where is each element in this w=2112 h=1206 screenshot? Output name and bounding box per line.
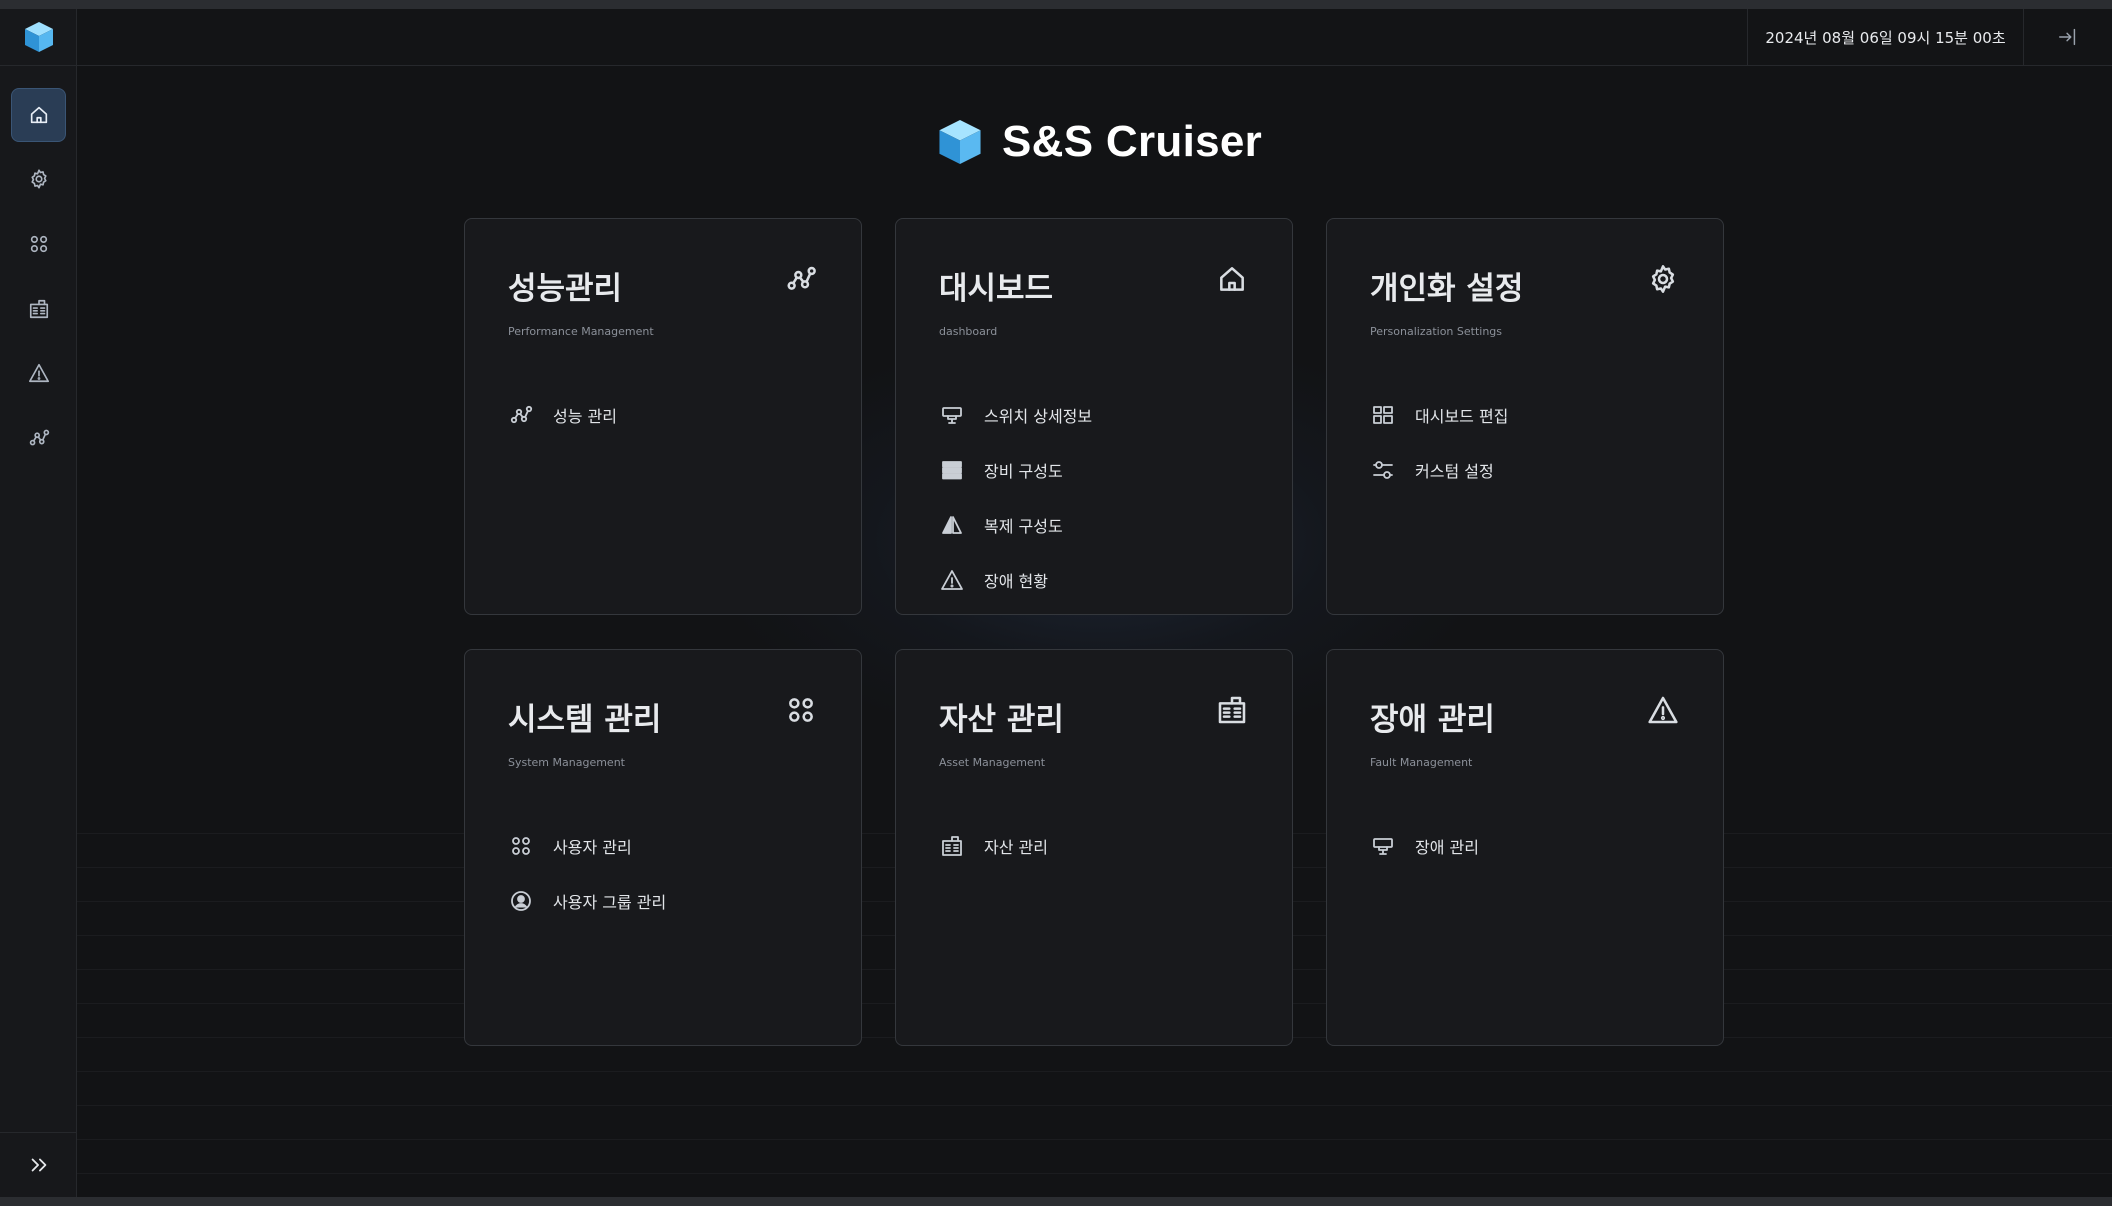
apps-icon	[30, 235, 47, 253]
sidebar-item-performance[interactable]	[11, 411, 66, 465]
apps-icon	[789, 698, 813, 722]
warning-icon	[28, 363, 49, 383]
card-icon	[1216, 263, 1248, 295]
menu-item-label: 장비 구성도	[984, 461, 1063, 481]
card-title: 성능관리	[508, 271, 623, 307]
page-title: S&S Cruiser	[1002, 117, 1263, 166]
card-performance[interactable]: 성능관리 Performance Management 성능 관리	[464, 218, 862, 615]
home-icon	[1220, 267, 1244, 291]
menu-item-replication-map[interactable]: 복제 구성도	[940, 497, 1092, 552]
gear-icon	[30, 169, 47, 189]
gear-icon	[1651, 265, 1675, 293]
menu-item-label: 장애 현황	[984, 571, 1048, 591]
cube-logo-icon	[939, 120, 981, 164]
sidebar-item-asset[interactable]	[11, 282, 66, 336]
menu-item-switch-detail[interactable]: 스위치 상세정보	[940, 387, 1092, 442]
menu-item-fault-status[interactable]: 장애 현황	[940, 552, 1092, 607]
menu-item-label: 복제 구성도	[984, 516, 1063, 536]
menu-item-label: 성능 관리	[553, 406, 617, 426]
sidebar-item-fault[interactable]	[11, 346, 66, 400]
warning-icon	[1648, 696, 1678, 724]
switch-icon	[942, 406, 962, 424]
card-title: 대시보드	[939, 271, 1054, 307]
card-icon	[1647, 694, 1679, 726]
menu-item-dashboard-edit[interactable]: 대시보드 편집	[1371, 387, 1508, 442]
chart-network-icon	[787, 266, 816, 290]
card-title: 자산 관리	[939, 702, 1064, 738]
building-icon	[942, 835, 962, 856]
sidebar-item-system[interactable]	[11, 217, 66, 271]
card-title: 개인화 설정	[1370, 271, 1524, 307]
current-datetime: 2024년 08월 06일 09시 15분 00초	[1747, 9, 2024, 65]
building-icon	[1218, 696, 1246, 724]
server-icon	[942, 460, 962, 479]
card-icon	[1216, 694, 1248, 726]
card-subtitle: System Management	[508, 756, 625, 769]
dashboard-grid-icon	[1373, 405, 1393, 424]
card-title: 장애 관리	[1370, 702, 1495, 738]
menu-item-label: 장애 관리	[1415, 837, 1479, 857]
menu-item-asset-management[interactable]: 자산 관리	[940, 818, 1048, 873]
apps-icon	[512, 836, 530, 855]
card-icon	[1647, 263, 1679, 295]
card-icon	[785, 694, 817, 726]
menu-item-equipment-map[interactable]: 장비 구성도	[940, 442, 1092, 497]
menu-item-label: 사용자 관리	[553, 837, 632, 857]
chart-network-icon	[510, 405, 533, 423]
building-icon	[29, 299, 48, 319]
card-dashboard[interactable]: 대시보드 dashboard 스위치 상세정보 장비 구성도 복제 구성도 장애…	[895, 218, 1293, 615]
sidebar-item-settings[interactable]	[11, 152, 66, 206]
sidebar-item-home[interactable]	[11, 88, 66, 142]
menu-item-user-group-management[interactable]: 사용자 그룹 관리	[509, 873, 666, 928]
app-logo[interactable]	[0, 9, 77, 66]
switch-icon	[1373, 837, 1393, 855]
card-personalization[interactable]: 개인화 설정 Personalization Settings 대시보드 편집 …	[1326, 218, 1724, 615]
menu-item-fault-management[interactable]: 장애 관리	[1371, 818, 1479, 873]
card-subtitle: Performance Management	[508, 325, 654, 338]
chart-network-icon	[29, 429, 49, 446]
menu-item-user-management[interactable]: 사용자 관리	[509, 818, 666, 873]
sliders-icon	[1373, 460, 1393, 479]
card-icon	[785, 263, 817, 295]
card-subtitle: Personalization Settings	[1370, 325, 1503, 338]
topbar: 2024년 08월 06일 09시 15분 00초	[77, 9, 2112, 66]
card-title: 시스템 관리	[508, 702, 662, 738]
double-chevron-right-icon	[31, 1158, 46, 1172]
brand-header: S&S Cruiser	[938, 112, 1262, 172]
menu-item-label: 스위치 상세정보	[984, 406, 1093, 426]
menu-item-custom-settings[interactable]: 커스텀 설정	[1371, 442, 1508, 497]
replication-icon	[942, 515, 962, 534]
card-asset[interactable]: 자산 관리 Asset Management 자산 관리	[895, 649, 1293, 1046]
card-subtitle: Asset Management	[939, 756, 1046, 769]
home-icon	[30, 106, 47, 124]
menu-item-label: 대시보드 편집	[1415, 406, 1509, 426]
cube-logo-icon	[24, 22, 53, 52]
card-subtitle: dashboard	[939, 325, 998, 338]
logout-button[interactable]	[2024, 9, 2112, 65]
menu-item-performance[interactable]: 성능 관리	[509, 387, 617, 442]
card-system[interactable]: 시스템 관리 System Management 사용자 관리 사용자 그룹 관…	[464, 649, 862, 1046]
warning-icon	[941, 569, 963, 590]
card-subtitle: Fault Management	[1370, 756, 1473, 769]
card-fault[interactable]: 장애 관리 Fault Management 장애 관리	[1326, 649, 1724, 1046]
logout-icon	[2059, 28, 2076, 46]
menu-item-label: 커스텀 설정	[1415, 461, 1494, 481]
sidebar	[0, 9, 77, 1197]
sidebar-expand-button[interactable]	[0, 1132, 77, 1197]
menu-item-label: 자산 관리	[984, 837, 1048, 857]
user-circle-icon	[511, 890, 531, 911]
menu-item-label: 사용자 그룹 관리	[553, 892, 667, 912]
